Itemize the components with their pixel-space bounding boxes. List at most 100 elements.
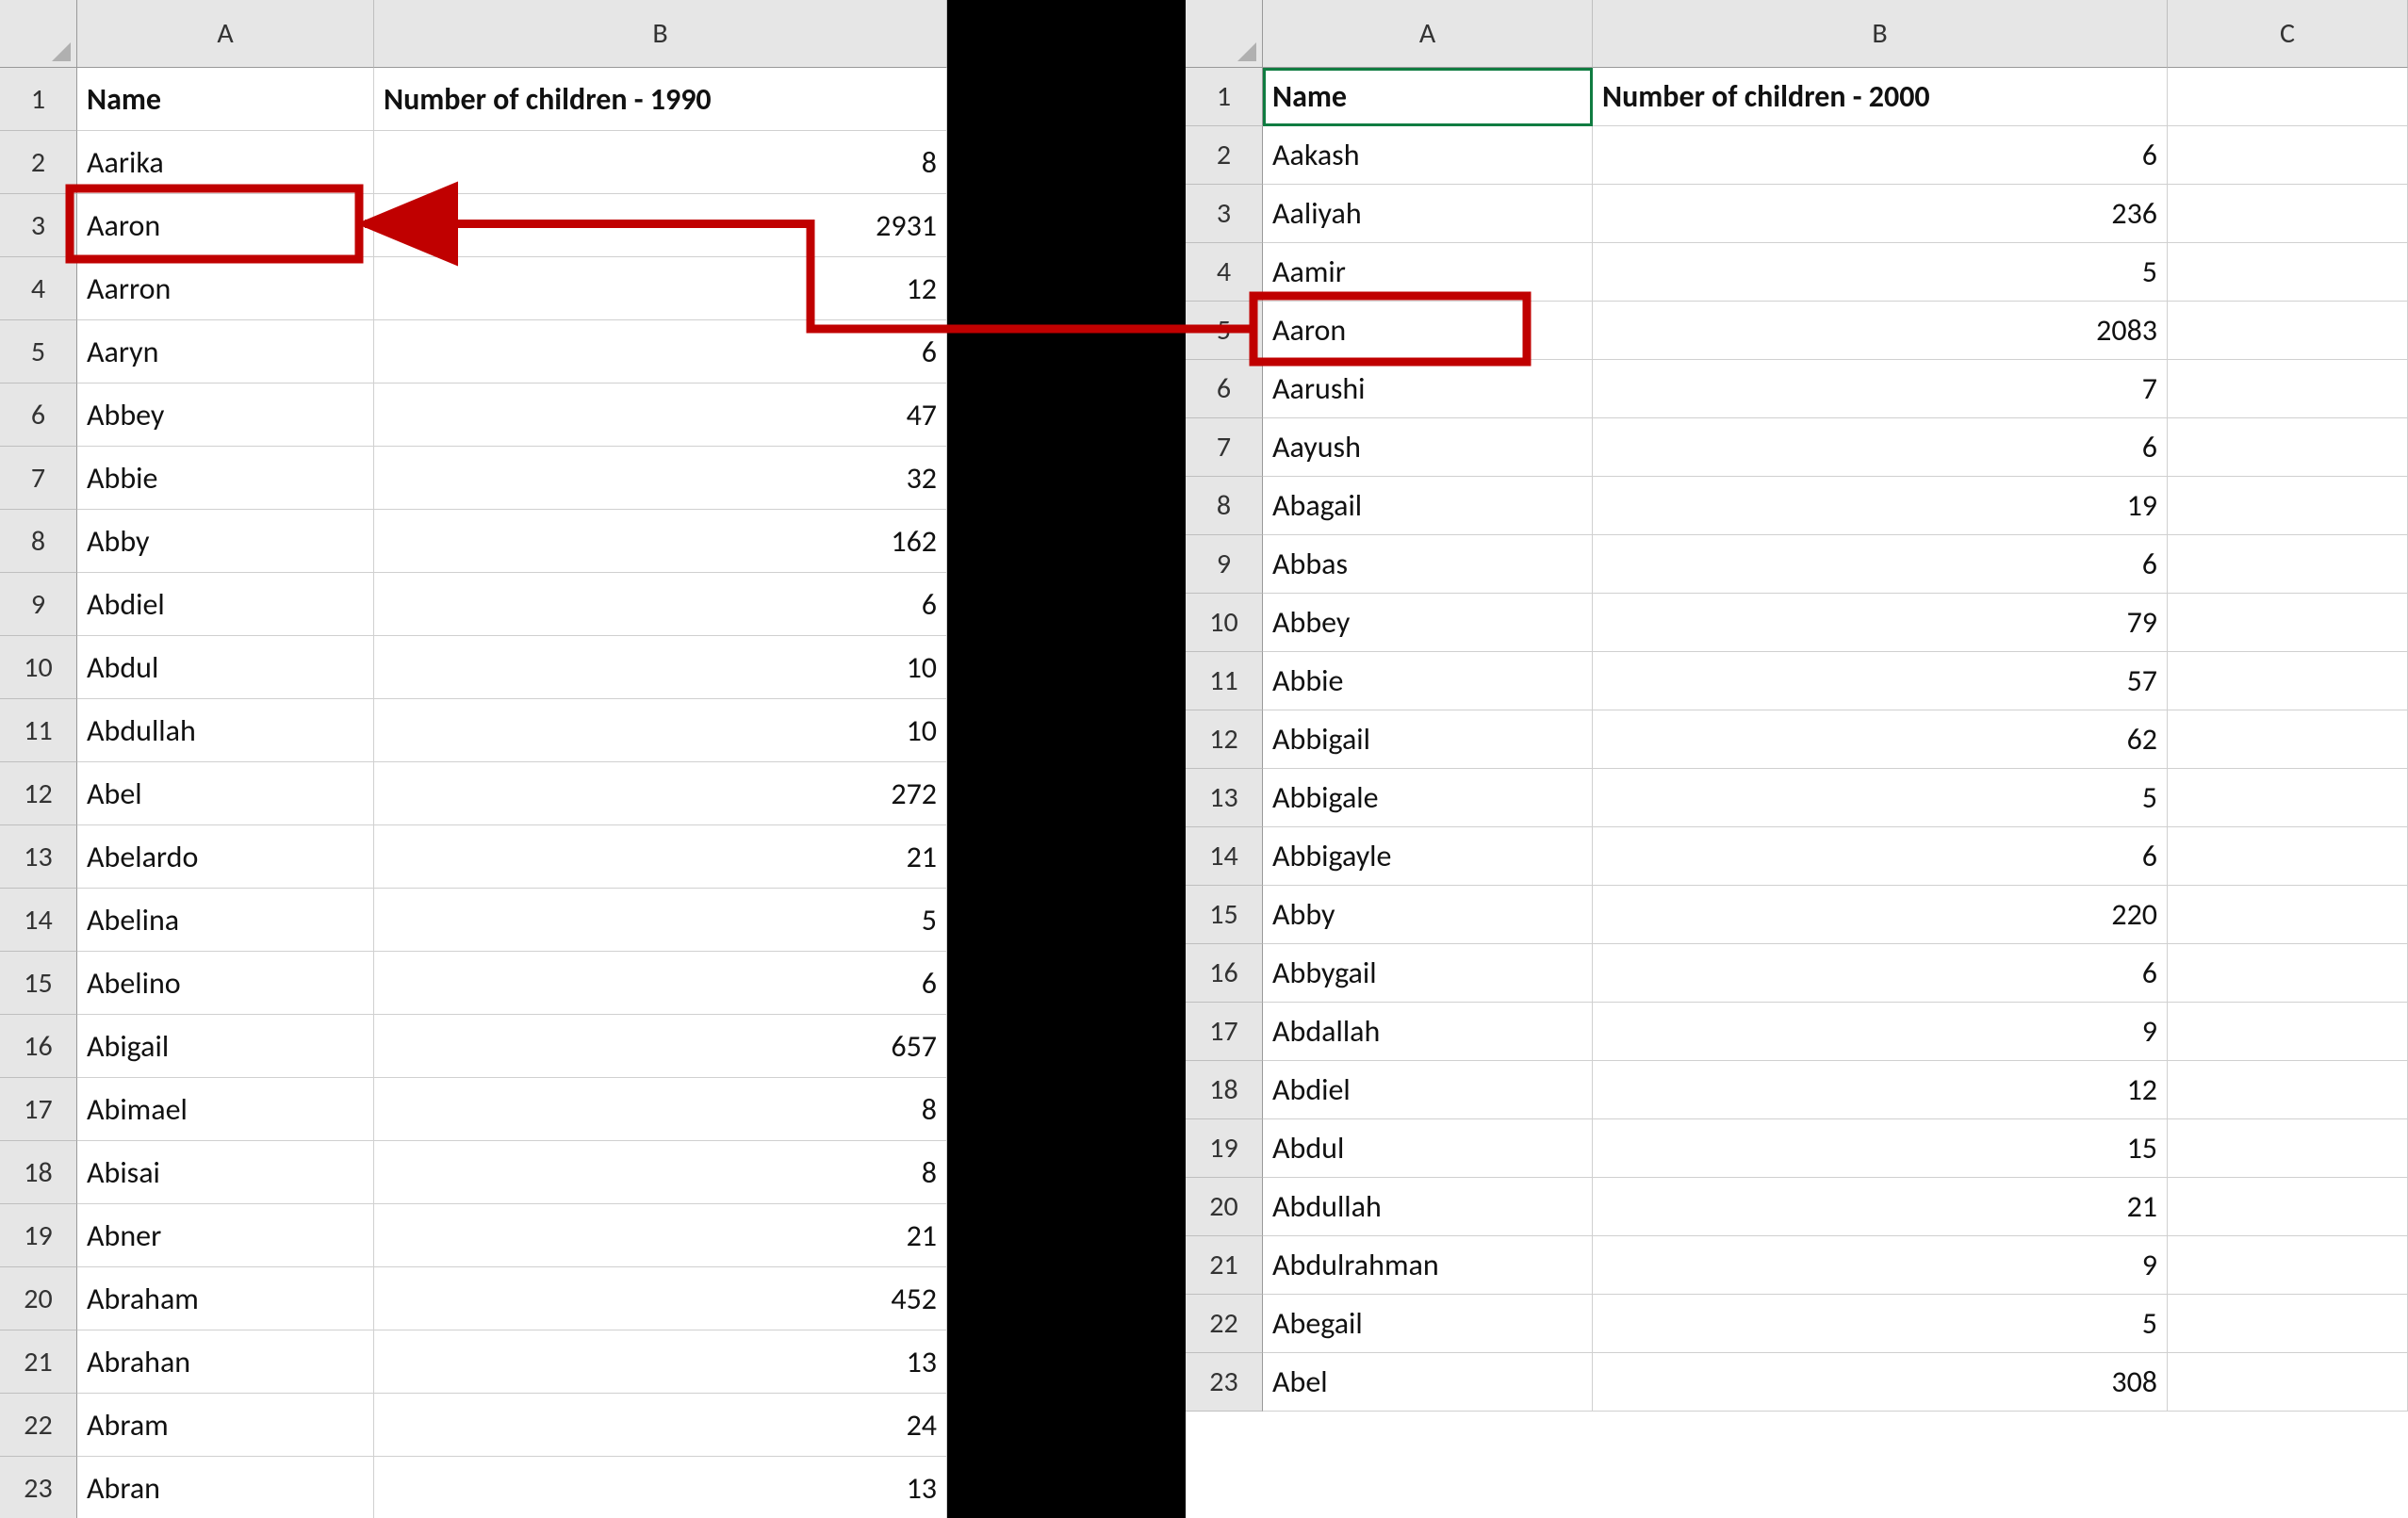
row-header[interactable]: 16 xyxy=(1186,944,1263,1003)
row-header[interactable]: 7 xyxy=(1186,418,1263,477)
value-cell[interactable]: 7 xyxy=(1593,360,2168,418)
empty-cell[interactable] xyxy=(2168,594,2408,652)
row-header[interactable]: 4 xyxy=(1186,243,1263,302)
value-cell[interactable]: 62 xyxy=(1593,710,2168,769)
name-cell[interactable]: Abdallah xyxy=(1263,1003,1593,1061)
name-cell[interactable]: Abel xyxy=(77,762,374,825)
value-cell[interactable]: 19 xyxy=(1593,477,2168,535)
empty-cell[interactable] xyxy=(2168,1353,2408,1412)
name-cell[interactable]: Abegail xyxy=(1263,1295,1593,1353)
value-cell[interactable]: 6 xyxy=(374,320,947,384)
value-cell[interactable]: 2083 xyxy=(1593,302,2168,360)
name-cell[interactable]: Abbie xyxy=(1263,652,1593,710)
value-cell[interactable]: 6 xyxy=(1593,126,2168,185)
name-cell[interactable]: Aaron xyxy=(77,194,374,257)
row-header[interactable]: 16 xyxy=(0,1015,77,1078)
value-cell[interactable]: 6 xyxy=(374,573,947,636)
empty-cell[interactable] xyxy=(2168,243,2408,302)
value-cell[interactable]: 5 xyxy=(1593,243,2168,302)
value-cell[interactable]: 9 xyxy=(1593,1236,2168,1295)
name-cell[interactable]: Abel xyxy=(1263,1353,1593,1412)
value-cell[interactable]: 5 xyxy=(374,889,947,952)
value-cell[interactable]: 47 xyxy=(374,384,947,447)
value-cell[interactable]: 15 xyxy=(1593,1119,2168,1178)
name-cell[interactable]: Aakash xyxy=(1263,126,1593,185)
column-header-C[interactable]: C xyxy=(2168,0,2408,68)
value-cell[interactable]: 79 xyxy=(1593,594,2168,652)
name-cell[interactable]: Abelino xyxy=(77,952,374,1015)
header-cell-A[interactable]: Name xyxy=(1263,68,1593,126)
row-header[interactable]: 19 xyxy=(1186,1119,1263,1178)
name-cell[interactable]: Abby xyxy=(1263,886,1593,944)
row-header[interactable]: 2 xyxy=(0,131,77,194)
empty-cell[interactable] xyxy=(2168,418,2408,477)
row-header[interactable]: 15 xyxy=(0,952,77,1015)
name-cell[interactable]: Abdul xyxy=(1263,1119,1593,1178)
value-cell[interactable]: 236 xyxy=(1593,185,2168,243)
value-cell[interactable]: 6 xyxy=(1593,827,2168,886)
value-cell[interactable]: 8 xyxy=(374,1141,947,1204)
name-cell[interactable]: Abbey xyxy=(1263,594,1593,652)
row-header[interactable]: 5 xyxy=(0,320,77,384)
name-cell[interactable]: Abbygail xyxy=(1263,944,1593,1003)
empty-cell[interactable] xyxy=(2168,1178,2408,1236)
row-header[interactable]: 23 xyxy=(1186,1353,1263,1412)
name-cell[interactable]: Abelina xyxy=(77,889,374,952)
name-cell[interactable]: Abdiel xyxy=(77,573,374,636)
name-cell[interactable]: Abby xyxy=(77,510,374,573)
row-header[interactable]: 17 xyxy=(1186,1003,1263,1061)
name-cell[interactable]: Abdullah xyxy=(77,699,374,762)
name-cell[interactable]: Abbey xyxy=(77,384,374,447)
name-cell[interactable]: Abdul xyxy=(77,636,374,699)
empty-cell[interactable] xyxy=(2168,1061,2408,1119)
name-cell[interactable]: Abdiel xyxy=(1263,1061,1593,1119)
name-cell[interactable]: Aarron xyxy=(77,257,374,320)
select-all-corner[interactable] xyxy=(1186,0,1263,68)
row-header[interactable]: 4 xyxy=(0,257,77,320)
row-header[interactable]: 5 xyxy=(1186,302,1263,360)
column-header-B[interactable]: B xyxy=(374,0,947,68)
row-header[interactable]: 13 xyxy=(1186,769,1263,827)
value-cell[interactable]: 6 xyxy=(1593,944,2168,1003)
value-cell[interactable]: 13 xyxy=(374,1330,947,1394)
empty-cell[interactable] xyxy=(2168,477,2408,535)
value-cell[interactable]: 452 xyxy=(374,1267,947,1330)
name-cell[interactable]: Abdulrahman xyxy=(1263,1236,1593,1295)
value-cell[interactable]: 9 xyxy=(1593,1003,2168,1061)
value-cell[interactable]: 13 xyxy=(374,1457,947,1518)
row-header[interactable]: 6 xyxy=(1186,360,1263,418)
row-header[interactable]: 19 xyxy=(0,1204,77,1267)
empty-cell[interactable] xyxy=(2168,652,2408,710)
value-cell[interactable]: 21 xyxy=(374,825,947,889)
row-header[interactable]: 14 xyxy=(1186,827,1263,886)
row-header[interactable]: 22 xyxy=(1186,1295,1263,1353)
empty-cell[interactable] xyxy=(2168,302,2408,360)
name-cell[interactable]: Abimael xyxy=(77,1078,374,1141)
header-cell-C[interactable] xyxy=(2168,68,2408,126)
empty-cell[interactable] xyxy=(2168,769,2408,827)
empty-cell[interactable] xyxy=(2168,126,2408,185)
value-cell[interactable]: 8 xyxy=(374,1078,947,1141)
value-cell[interactable]: 657 xyxy=(374,1015,947,1078)
header-cell-A[interactable]: Name xyxy=(77,68,374,131)
row-header[interactable]: 11 xyxy=(0,699,77,762)
empty-cell[interactable] xyxy=(2168,1119,2408,1178)
name-cell[interactable]: Abisai xyxy=(77,1141,374,1204)
row-header[interactable]: 18 xyxy=(1186,1061,1263,1119)
row-header[interactable]: 23 xyxy=(0,1457,77,1518)
row-header[interactable]: 2 xyxy=(1186,126,1263,185)
value-cell[interactable]: 308 xyxy=(1593,1353,2168,1412)
row-header[interactable]: 22 xyxy=(0,1394,77,1457)
name-cell[interactable]: Abelardo xyxy=(77,825,374,889)
value-cell[interactable]: 5 xyxy=(1593,769,2168,827)
name-cell[interactable]: Aarika xyxy=(77,131,374,194)
value-cell[interactable]: 2931 xyxy=(374,194,947,257)
row-header[interactable]: 15 xyxy=(1186,886,1263,944)
row-header[interactable]: 18 xyxy=(0,1141,77,1204)
name-cell[interactable]: Abdullah xyxy=(1263,1178,1593,1236)
value-cell[interactable]: 10 xyxy=(374,636,947,699)
empty-cell[interactable] xyxy=(2168,1003,2408,1061)
value-cell[interactable]: 6 xyxy=(374,952,947,1015)
row-header[interactable]: 6 xyxy=(0,384,77,447)
row-header[interactable]: 14 xyxy=(0,889,77,952)
